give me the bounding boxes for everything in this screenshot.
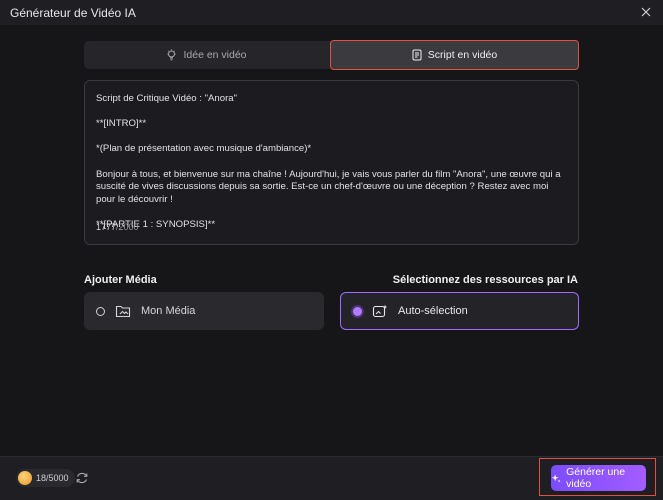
tab-script-to-video[interactable]: Script en vidéo bbox=[330, 40, 579, 70]
option-auto-select[interactable]: Auto-sélection bbox=[340, 292, 579, 330]
script-icon bbox=[412, 49, 422, 61]
character-counter: 1777/2000 bbox=[96, 222, 139, 232]
radio-my-media[interactable] bbox=[96, 306, 105, 316]
generate-video-button[interactable]: Générer une vidéo bbox=[551, 465, 646, 491]
credits-badge: 18/5000 bbox=[16, 469, 75, 487]
title-bar: Générateur de Vidéo IA bbox=[0, 0, 663, 25]
auto-select-icon bbox=[372, 304, 388, 317]
refresh-icon bbox=[76, 472, 88, 484]
close-icon bbox=[641, 7, 651, 17]
script-text[interactable]: Script de Critique Vidéo : "Anora" **[IN… bbox=[96, 93, 567, 232]
credits-current: 18 bbox=[36, 473, 47, 483]
tab-script-label: Script en vidéo bbox=[427, 49, 498, 61]
option-my-media-label: Mon Média bbox=[141, 305, 196, 317]
add-media-label: Ajouter Média bbox=[84, 274, 157, 286]
coin-icon bbox=[18, 471, 32, 485]
credits-max: /5000 bbox=[46, 473, 69, 483]
refresh-credits-button[interactable] bbox=[75, 471, 89, 485]
character-count: 1777 bbox=[96, 222, 117, 232]
tab-idea-to-video[interactable]: Idée en vidéo bbox=[84, 41, 329, 69]
window-title: Générateur de Vidéo IA bbox=[10, 5, 136, 20]
mode-tabs: Idée en vidéo Script en vidéo bbox=[84, 40, 579, 70]
character-max: /2000 bbox=[116, 222, 139, 232]
radio-auto-select[interactable] bbox=[353, 306, 362, 316]
lightbulb-icon bbox=[167, 49, 177, 61]
close-button[interactable] bbox=[639, 5, 653, 19]
sparkle-icon bbox=[551, 473, 561, 483]
option-my-media[interactable]: Mon Média bbox=[84, 292, 324, 330]
generate-video-label: Générer une vidéo bbox=[566, 466, 626, 490]
media-folder-icon bbox=[115, 305, 131, 318]
tab-idea-label: Idée en vidéo bbox=[183, 49, 247, 61]
script-editor[interactable]: Script de Critique Vidéo : "Anora" **[IN… bbox=[84, 80, 579, 245]
option-auto-select-label: Auto-sélection bbox=[398, 305, 468, 317]
ai-resources-label: Sélectionnez des ressources par IA bbox=[392, 274, 578, 286]
